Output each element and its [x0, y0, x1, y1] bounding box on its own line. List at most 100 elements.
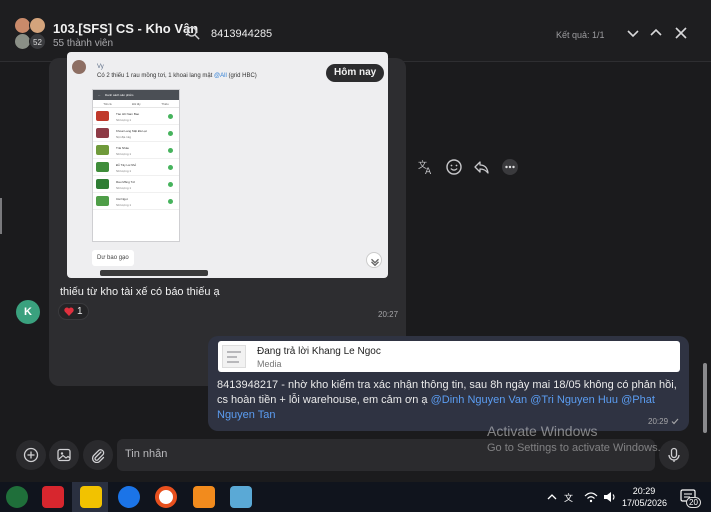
member-avatar — [29, 17, 46, 34]
wifi-icon[interactable] — [584, 491, 598, 503]
search-input[interactable] — [211, 28, 511, 40]
voice-button[interactable] — [659, 440, 689, 470]
phone-tab: Tất cả — [103, 101, 112, 106]
chevron-up-icon[interactable] — [546, 491, 558, 503]
product-thumb — [96, 111, 109, 121]
list-item: Táo Hồ Nam Bao Số lượng 1 — [93, 108, 179, 125]
mention-link[interactable]: @Dinh Nguyen Van — [431, 394, 528, 406]
mention-link[interactable]: @Tri Nguyen Huu — [530, 394, 618, 406]
reply-thumbnail — [222, 345, 246, 368]
reply-preview[interactable]: Đang trả lời Khang Le Ngoc Media — [218, 341, 680, 372]
screenshot-phone: ← Danh sách sản phẩm Tất cả Đã lấy Thiếu… — [92, 89, 180, 242]
windows-taskbar: 文 20:29 17/05/2026 20 — [0, 482, 711, 512]
check-icon — [168, 131, 173, 136]
list-item: Đỗ Tây Lá Nhỏ Số lượng 1 — [93, 159, 179, 176]
zalo-app-icon[interactable] — [118, 486, 140, 508]
reaction-count: 1 — [77, 306, 83, 317]
product-thumb — [96, 179, 109, 189]
close-icon[interactable] — [673, 25, 689, 41]
product-name: Khoai Lang Mật Đà Lạt — [116, 129, 147, 133]
sublime-app-icon[interactable] — [193, 486, 215, 508]
product-thumb — [96, 128, 109, 138]
microphone-icon — [668, 447, 680, 462]
svg-text:文: 文 — [564, 492, 573, 503]
image-caption: Dư bao gạo — [92, 250, 134, 266]
notepad-app-icon[interactable] — [230, 486, 252, 508]
check-icon — [168, 182, 173, 187]
notification-count: 20 — [686, 497, 701, 508]
activate-windows-title: Activate Windows — [487, 423, 598, 439]
product-name: Cải Ngọt — [116, 197, 128, 201]
product-name: Rau Mồng Tơi — [116, 180, 136, 184]
group-name[interactable]: 103.[SFS] CS - Kho Vận — [53, 21, 198, 36]
product-name: Trái Nhàu — [116, 146, 130, 150]
paperclip-icon — [91, 449, 105, 464]
product-qty: Nội địa 1kg — [116, 135, 132, 139]
quote-sender: Vy — [97, 64, 104, 70]
product-thumb — [96, 196, 109, 206]
product-qty: Số lượng 1 — [116, 186, 131, 190]
attach-button[interactable] — [83, 440, 113, 470]
product-qty: Số lượng 1 — [116, 152, 131, 156]
translate-icon[interactable]: 文A — [417, 158, 435, 177]
quote-avatar — [72, 60, 86, 74]
message-text: 8413948217 - nhờ kho kiểm tra xác nhận t… — [217, 378, 685, 423]
product-name: Đỗ Tây Lá Nhỏ — [116, 163, 137, 167]
clock-time: 20:29 — [632, 486, 656, 496]
chevron-down-icon[interactable] — [625, 25, 641, 41]
avatar-overflow-count: 52 — [29, 33, 46, 50]
clock-date: 17/05/2026 — [622, 498, 668, 508]
message-time-status: 20:29 — [648, 417, 679, 426]
scrollbar[interactable] — [703, 363, 707, 433]
search-result-count: Kết quả: 1/1 — [556, 30, 605, 40]
quote-mention: @All — [214, 73, 227, 79]
group-avatar[interactable]: 52 — [13, 17, 47, 51]
svg-text:A: A — [425, 167, 432, 176]
sender-avatar[interactable]: K — [16, 300, 40, 324]
reply-type: Media — [257, 359, 282, 369]
scroll-marker — [0, 198, 2, 234]
check-icon — [168, 199, 173, 204]
wps-app-icon[interactable] — [42, 486, 64, 508]
emoji-icon[interactable] — [445, 158, 463, 176]
reaction-badge[interactable]: 1 — [58, 303, 89, 320]
product-name: Táo Hồ Nam Bao — [116, 112, 140, 116]
browser-app-icon[interactable] — [6, 486, 28, 508]
sent-check-icon — [671, 418, 679, 425]
list-item: Khoai Lang Mật Đà Lạt Nội địa 1kg — [93, 125, 179, 142]
phone-back-icon: ← — [98, 93, 101, 97]
chevron-up-icon[interactable] — [648, 25, 664, 41]
quote-suffix: (grid HBC) — [228, 73, 257, 79]
sticker-button[interactable] — [49, 440, 79, 470]
heart-icon — [64, 307, 74, 316]
phone-titlebar: ← Danh sách sản phẩm — [93, 90, 179, 100]
add-button[interactable] — [16, 440, 46, 470]
quote-text: Có 2 thiếu 1 rau mồng tơi, 1 khoai lang … — [97, 73, 257, 79]
phone-title: Danh sách sản phẩm — [105, 93, 134, 97]
phone-tab: Đã lấy — [132, 101, 141, 106]
plus-icon — [23, 447, 39, 463]
sticky-notes-icon[interactable] — [80, 486, 102, 508]
system-clock[interactable]: 20:29 17/05/2026 — [622, 485, 668, 509]
language-icon[interactable]: 文 — [564, 491, 578, 503]
list-item: Cải Ngọt Số lượng 1 — [93, 193, 179, 210]
speaker-icon[interactable] — [603, 491, 617, 503]
reply-icon[interactable] — [473, 158, 491, 176]
check-icon — [168, 165, 173, 170]
product-qty: Số lượng 1 — [116, 169, 131, 173]
message-time: 20:29 — [648, 417, 669, 426]
quote-body: Có 2 thiếu 1 rau mồng tơi, 1 khoai lang … — [97, 73, 213, 79]
phone-tab: Thiếu — [161, 101, 169, 106]
more-options-icon[interactable] — [501, 158, 519, 176]
member-count[interactable]: 55 thành viên — [53, 38, 113, 49]
product-thumb — [96, 145, 109, 155]
search-icon — [186, 26, 200, 40]
zalo-window: 52 103.[SFS] CS - Kho Vận 55 thành viên … — [0, 0, 711, 512]
chevron-down-icon[interactable] — [366, 252, 382, 268]
image-strip — [100, 270, 208, 276]
message-time: 20:27 — [378, 310, 399, 319]
image-icon — [57, 448, 71, 462]
list-item: Trái Nhàu Số lượng 1 — [93, 142, 179, 159]
reply-title: Đang trả lời Khang Le Ngoc — [257, 346, 381, 357]
chrome-app-icon[interactable] — [155, 486, 177, 508]
